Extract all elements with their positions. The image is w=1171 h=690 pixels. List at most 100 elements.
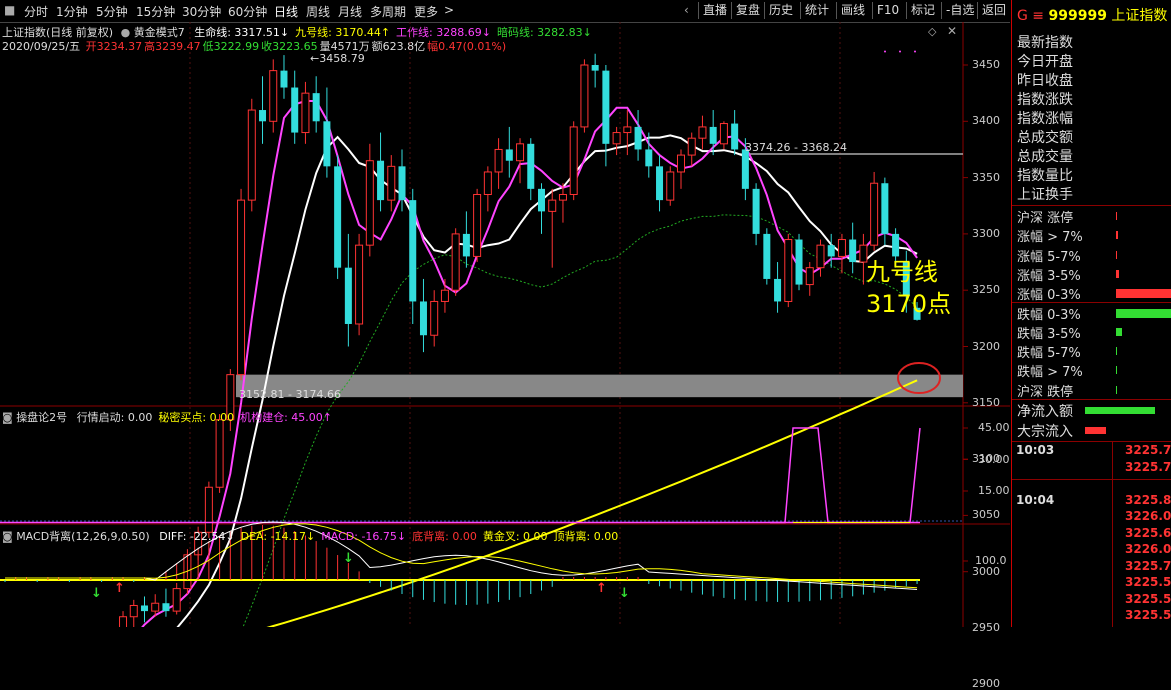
candle-body — [698, 126, 707, 139]
quote-field-label: 上证换手 — [1017, 187, 1073, 203]
divider — [1012, 302, 1171, 303]
indicator-value: MACD: -16.75↓ — [321, 530, 407, 543]
quote-field-label: 最新指数 — [1017, 35, 1073, 51]
chevron-left-icon[interactable]: ‹ — [684, 3, 689, 17]
candle-body — [365, 160, 374, 246]
tick-price: 3225.53 — [1125, 608, 1171, 622]
callout-line2: 3170点 — [866, 290, 952, 318]
period-tab-9[interactable]: 多周期 — [370, 3, 406, 20]
period-tab-3[interactable]: 15分钟 — [136, 3, 175, 20]
candle-body — [140, 605, 148, 612]
tool-button-2[interactable]: 历史 — [764, 2, 797, 19]
diamond-icon[interactable]: ◇ — [928, 25, 936, 38]
candle-body — [774, 278, 782, 302]
candle-body — [247, 109, 256, 201]
candle-body — [687, 137, 696, 156]
flow-bar — [1085, 427, 1106, 434]
candle-body — [280, 70, 288, 88]
price-axis-label: 3150 — [972, 395, 1000, 409]
sub2-header: ◙ MACD背离(12,26,9,0.50) DIFF: -22.54↓ DEA:… — [2, 528, 618, 544]
candle-body — [129, 604, 138, 618]
tool-button-3[interactable]: 统计 — [800, 2, 833, 19]
arrow-up-icon: ↑ — [114, 581, 125, 596]
candle-body — [409, 200, 417, 302]
divider — [1112, 441, 1113, 627]
candle-body — [505, 149, 513, 161]
tool-button-8[interactable]: 返回 — [977, 2, 1010, 19]
tool-button-5[interactable]: F10 — [872, 2, 903, 19]
marker-dot — [884, 50, 886, 53]
distribution-bar — [1116, 250, 1117, 259]
quote-field-label: 昨日收盘 — [1017, 73, 1073, 89]
candle-body — [494, 148, 503, 173]
menu-square-icon[interactable]: ■ — [4, 3, 15, 17]
distribution-bar — [1116, 347, 1117, 356]
indicator-value: 秘密买点: 0.00 — [158, 411, 235, 424]
quote-field-label: 总成交量 — [1017, 149, 1073, 165]
divider — [1012, 205, 1171, 206]
candle-body — [527, 143, 535, 189]
tool-button-1[interactable]: 复盘 — [731, 2, 764, 19]
period-tab-10[interactable]: 更多 — [414, 3, 438, 20]
range-label: 3152.81 - 3174.66 — [239, 388, 341, 401]
candle-body — [237, 199, 246, 376]
candle-body — [892, 233, 900, 257]
distribution-bar — [1116, 289, 1171, 299]
marker-dot — [914, 50, 916, 53]
tick-price: 3225.62 — [1125, 525, 1171, 540]
price-axis-label: 3050 — [972, 508, 1000, 522]
sub1-title[interactable]: 操盘论2号 — [16, 411, 67, 424]
candle-body — [837, 239, 846, 257]
range-label: 3374.26 - 3368.24 — [745, 141, 847, 154]
quote-panel: G ≡ 999999 上证指数 最新指数 今日开盘 昨日收盘 指数涨跌 指数涨幅 总成交额… — [1011, 0, 1171, 627]
period-tab-0[interactable]: 分时 — [24, 3, 48, 20]
candle-body — [538, 188, 545, 212]
period-tab-2[interactable]: 5分钟 — [96, 3, 128, 20]
tick-price: 3225.58 — [1125, 575, 1171, 589]
tick-price: 3225.57 — [1125, 591, 1171, 606]
chevron-right-icon[interactable]: > — [444, 3, 454, 17]
candle-body — [301, 92, 310, 134]
candle-body — [763, 233, 771, 279]
divider — [1012, 399, 1171, 400]
tool-button-7[interactable]: -自选 — [941, 2, 978, 19]
period-tab-1[interactable]: 1分钟 — [56, 3, 88, 20]
candle-body — [162, 603, 170, 612]
tool-button-6[interactable]: 标记 — [906, 2, 939, 19]
price-axis-label: 3450 — [972, 58, 1000, 71]
candle-body — [355, 244, 364, 325]
period-tab-4[interactable]: 30分钟 — [182, 3, 221, 20]
sub1-axis-label: 45.00 — [978, 421, 1010, 434]
distribution-bar — [1116, 385, 1117, 394]
distribution-label: 涨幅 > 7% — [1017, 230, 1083, 246]
candle-body — [558, 193, 567, 201]
period-tab-7[interactable]: 周线 — [306, 3, 330, 20]
candle-body — [259, 110, 267, 122]
candle-body — [602, 70, 610, 144]
quote-field-label: 今日开盘 — [1017, 54, 1073, 70]
tool-button-4[interactable]: 画线 — [836, 2, 869, 19]
distribution-bar — [1116, 366, 1117, 375]
candle-body — [752, 188, 760, 234]
settings-icon[interactable]: ◙ — [2, 411, 13, 424]
distribution-bar — [1116, 212, 1117, 220]
flow-label: 大宗流入 — [1017, 424, 1073, 440]
candle-body — [591, 65, 599, 71]
tick-time: 10:04 — [1016, 492, 1055, 507]
sub2-title[interactable]: MACD背离(12,26,9,0.50) — [16, 530, 150, 543]
price-axis-label: 3300 — [972, 226, 1000, 240]
candle-body — [312, 93, 320, 122]
candle-body — [516, 143, 525, 162]
tool-button-0[interactable]: 直播 — [698, 2, 731, 19]
candle-body — [377, 160, 385, 201]
period-tab-6[interactable]: 日线 — [274, 3, 298, 20]
arrow-down-icon: ↓ — [619, 586, 630, 601]
settings-icon[interactable]: ◙ — [2, 530, 13, 543]
quote-field-label: 指数涨跌 — [1017, 92, 1073, 108]
candle-body — [548, 199, 557, 212]
candle-body — [215, 419, 224, 488]
period-tab-5[interactable]: 60分钟 — [228, 3, 267, 20]
period-tab-8[interactable]: 月线 — [338, 3, 362, 20]
close-icon[interactable]: ✕ — [947, 24, 957, 38]
indicator-value: DIFF: -22.54↓ — [159, 530, 235, 543]
